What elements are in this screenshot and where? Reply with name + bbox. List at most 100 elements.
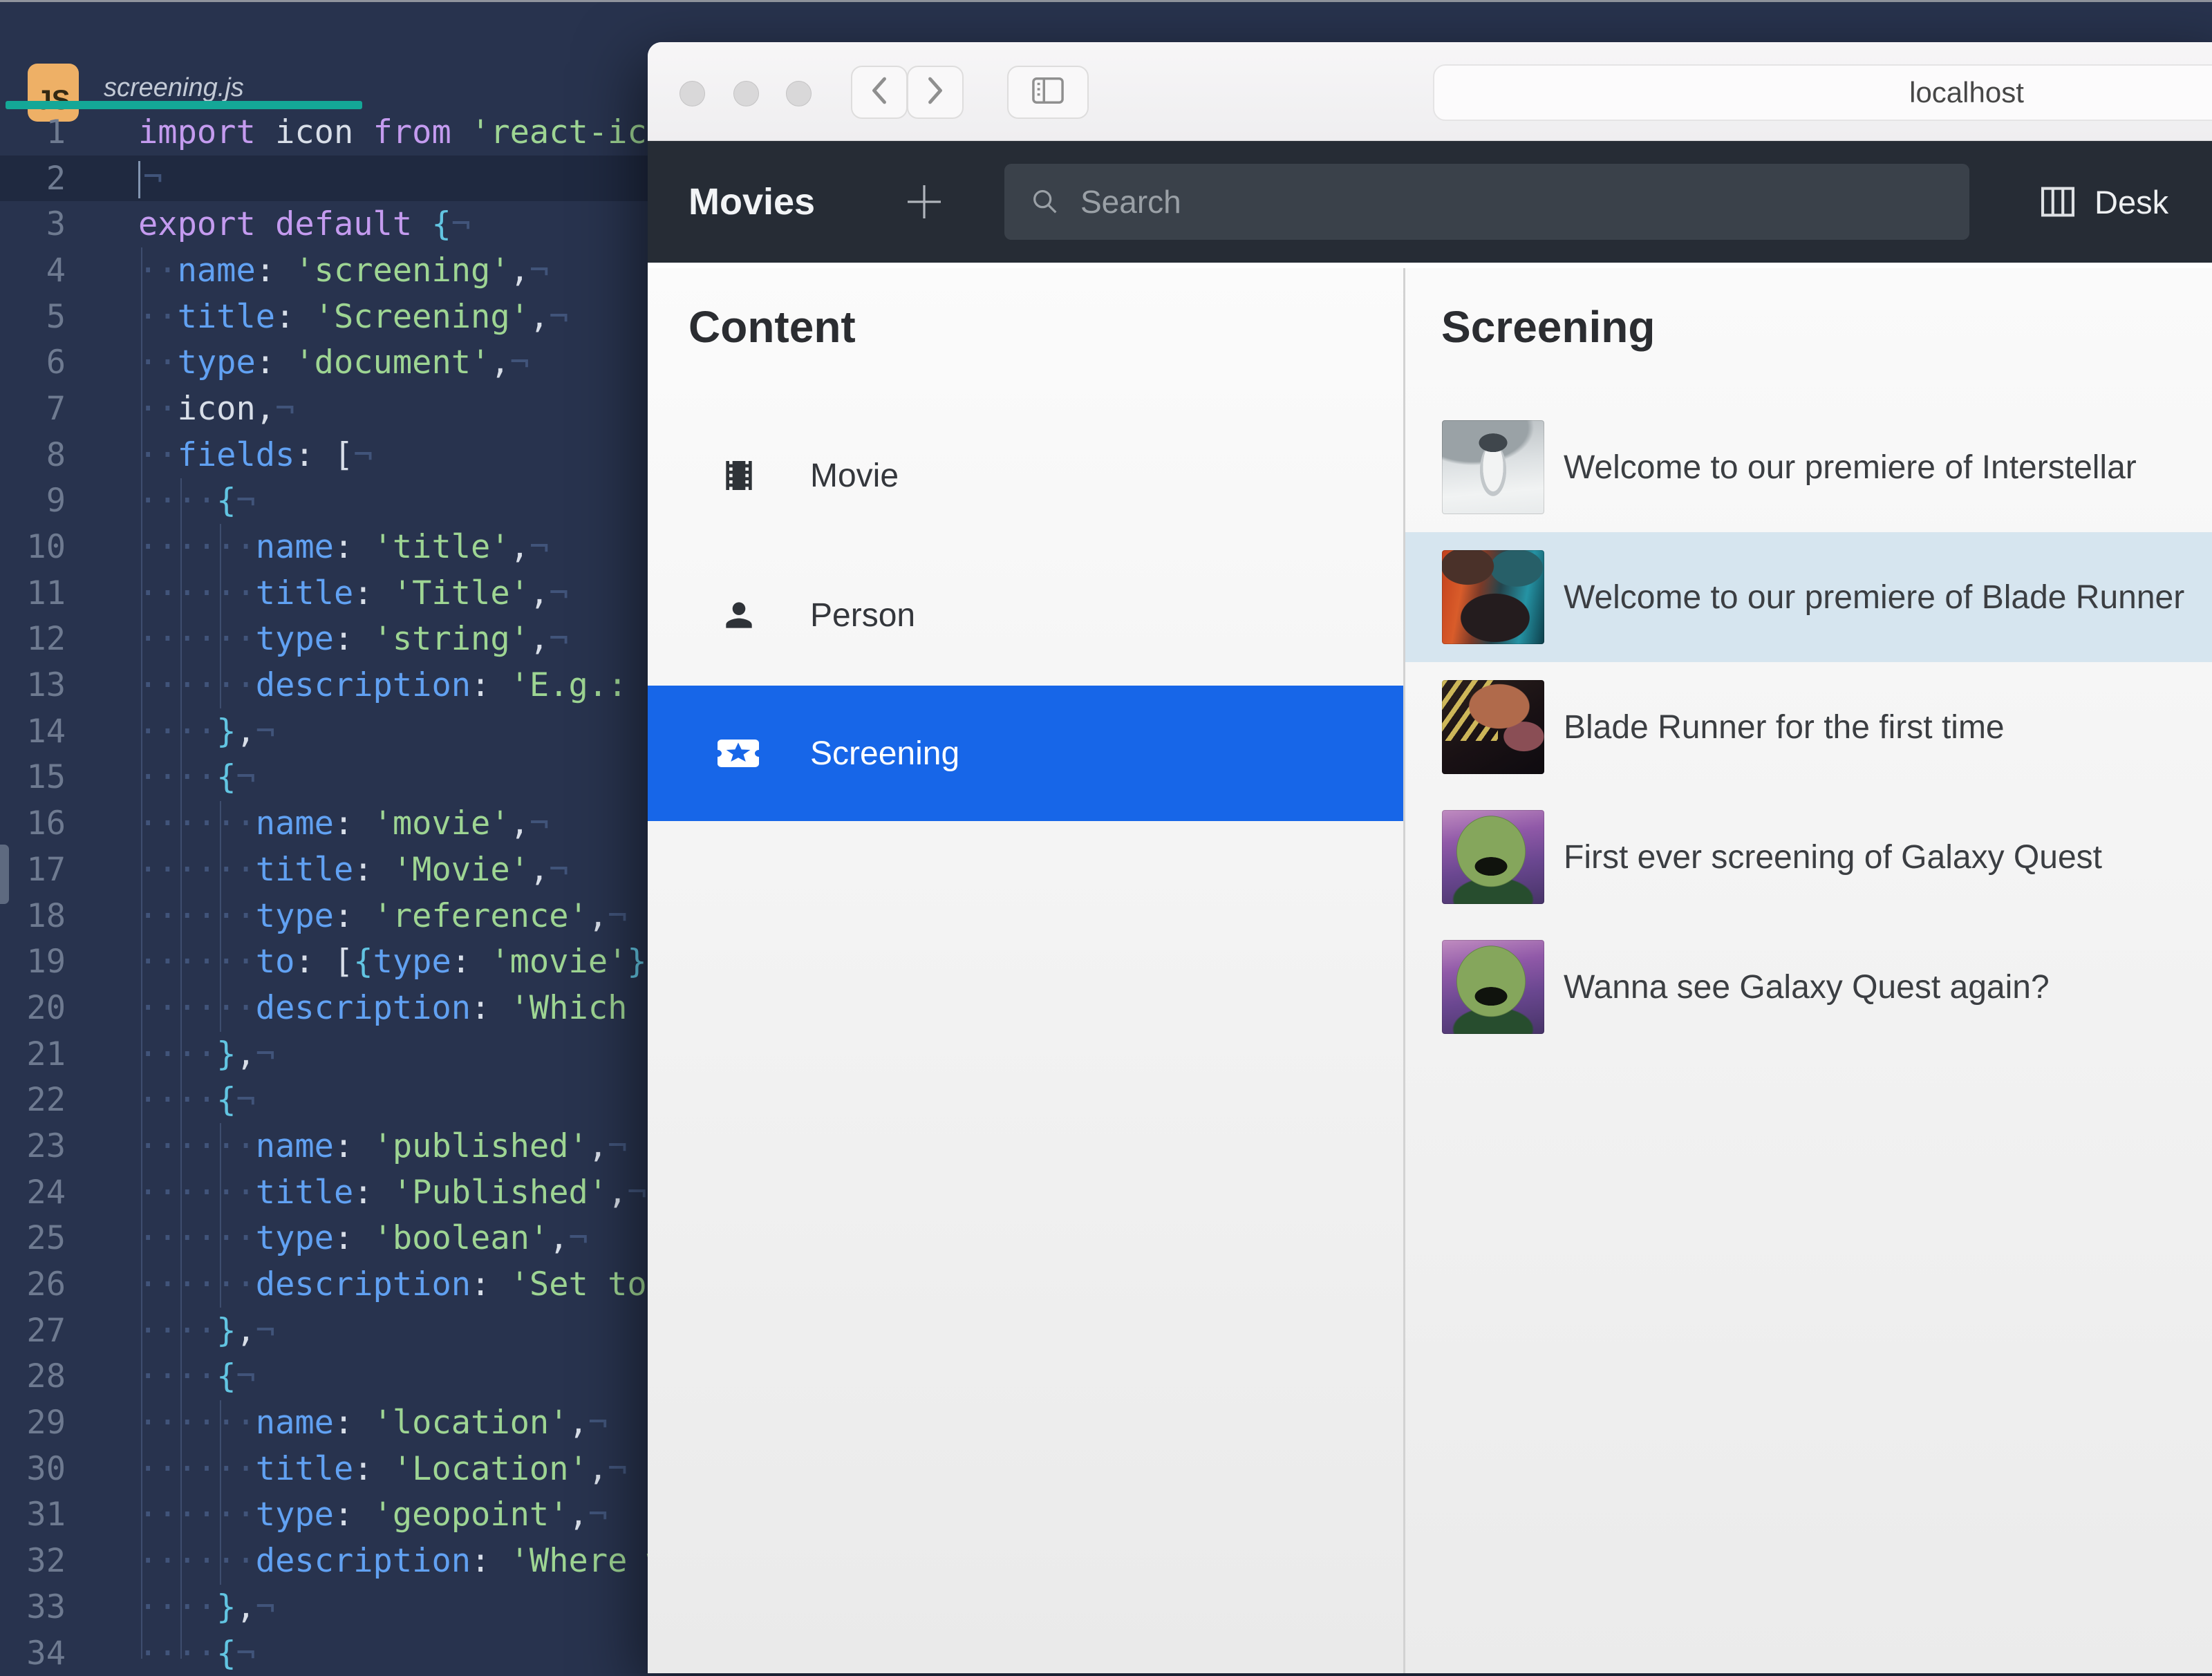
studio-navbar: Movies Desk — [648, 141, 2212, 263]
line-number: 14 — [26, 712, 66, 751]
line-number: 21 — [26, 1035, 66, 1073]
code-text: ····},¬ — [138, 1311, 276, 1350]
line-number: 33 — [26, 1588, 66, 1626]
sidebar-toggle-button[interactable] — [1007, 66, 1089, 119]
code-text: ··fields: [¬ — [138, 435, 373, 474]
list-item-title: Blade Runner for the first time — [1564, 708, 2005, 746]
line-number: 1 — [46, 113, 66, 151]
code-text: ······name: 'published',¬ — [138, 1127, 628, 1165]
sidebar-item-person[interactable]: Person — [648, 567, 1403, 663]
line-number: 2 — [46, 159, 66, 198]
list-item[interactable]: Wanna see Galaxy Quest again? — [1405, 922, 2212, 1052]
poster-thumbnail — [1442, 680, 1544, 774]
line-number: 24 — [26, 1173, 66, 1212]
poster-thumbnail — [1442, 940, 1544, 1034]
text-caret — [138, 160, 140, 198]
code-text: ····},¬ — [138, 712, 276, 751]
line-number: 18 — [26, 896, 66, 935]
sidebar-item-screening[interactable]: Screening — [648, 686, 1403, 821]
sidebar-item-movie[interactable]: Movie — [648, 427, 1403, 524]
search-input[interactable] — [1079, 182, 1842, 221]
code-text: import icon from 'react-ico — [138, 113, 667, 151]
list-pane-heading: Screening — [1441, 302, 1656, 352]
create-new-button[interactable] — [902, 180, 946, 224]
line-number: 19 — [26, 943, 66, 981]
line-number: 10 — [26, 528, 66, 567]
content-pane: Content Movie Person Screening — [648, 268, 1403, 1673]
line-number: 26 — [26, 1265, 66, 1304]
zoom-window-button[interactable] — [786, 81, 812, 106]
search-icon — [1029, 186, 1061, 218]
sidebar-item-label: Person — [810, 596, 916, 634]
line-number: 30 — [26, 1449, 66, 1488]
code-text: ······description: 'Which m — [138, 988, 667, 1027]
code-text: ······title: 'Published',¬ — [138, 1173, 647, 1212]
code-text: ······name: 'location',¬ — [138, 1404, 608, 1442]
browser-window: localhost Movies Desk Content Movie Perso… — [648, 42, 2212, 1673]
sidebar-item-label: Screening — [810, 735, 960, 772]
list-item[interactable]: Blade Runner for the first time — [1405, 662, 2212, 792]
sidebar-icon — [1031, 75, 1065, 110]
screening-row-list: Welcome to our premiere of Interstellar W… — [1405, 402, 2212, 1052]
code-text: ····},¬ — [138, 1035, 276, 1073]
project-title[interactable]: Movies — [688, 141, 815, 263]
line-number: 32 — [26, 1542, 66, 1581]
code-text: ······description: 'Set to — [138, 1265, 667, 1304]
chevron-left-icon — [869, 75, 890, 110]
code-text: ······title: 'Title',¬ — [138, 574, 569, 612]
code-text: ······type: 'string',¬ — [138, 620, 569, 659]
address-bar[interactable]: localhost — [1433, 64, 2212, 121]
list-item-title: Welcome to our premiere of Blade Runner — [1564, 578, 2185, 616]
code-text: ¬ — [66, 158, 162, 198]
line-number: 9 — [46, 482, 66, 520]
line-number: 4 — [46, 251, 66, 290]
forward-button[interactable] — [907, 66, 964, 119]
navbar-divider — [648, 263, 2212, 268]
line-number: 7 — [46, 389, 66, 428]
line-number: 3 — [46, 205, 66, 244]
active-tab-underline — [6, 101, 362, 109]
code-text: ······to: [{type: 'movie'}] — [138, 943, 666, 981]
back-button[interactable] — [851, 66, 908, 119]
code-text: ····{¬ — [138, 758, 256, 797]
line-number: 23 — [26, 1127, 66, 1165]
code-text: ····{¬ — [138, 1634, 256, 1673]
content-item-list: Movie Person Screening — [648, 427, 1403, 821]
code-text: ····},¬ — [138, 1588, 276, 1626]
code-text: ······type: 'boolean',¬ — [138, 1219, 588, 1258]
line-number: 20 — [26, 988, 66, 1027]
code-text: ····{¬ — [138, 1081, 256, 1120]
code-text: ······title: 'Location',¬ — [138, 1449, 628, 1488]
line-number: 27 — [26, 1311, 66, 1350]
code-text: ······name: 'movie',¬ — [138, 804, 550, 843]
list-item[interactable]: First ever screening of Galaxy Quest — [1405, 792, 2212, 922]
line-number: 15 — [26, 758, 66, 797]
code-text: ······type: 'reference',¬ — [138, 896, 628, 935]
line-number: 12 — [26, 620, 66, 659]
list-item[interactable]: Welcome to our premiere of Interstellar — [1405, 402, 2212, 532]
code-text: ····{¬ — [138, 482, 256, 520]
code-text: export default {¬ — [138, 205, 471, 244]
code-text: ····{¬ — [138, 1357, 256, 1396]
code-text: ··icon,¬ — [138, 389, 295, 428]
desk-label: Desk — [2094, 183, 2169, 220]
editor-tab-filename[interactable]: screening.js — [104, 73, 244, 103]
line-number: 5 — [46, 297, 66, 336]
close-window-button[interactable] — [679, 81, 705, 106]
plus-icon — [902, 185, 946, 227]
poster-thumbnail — [1442, 420, 1544, 514]
list-item[interactable]: Welcome to our premiere of Blade Runner — [1405, 532, 2212, 662]
sidebar-item-label: Movie — [810, 457, 899, 494]
poster-thumbnail — [1442, 810, 1544, 904]
desk-tool-button[interactable]: Desk — [2036, 141, 2168, 263]
line-number: 31 — [26, 1496, 66, 1534]
minimize-window-button[interactable] — [733, 81, 759, 106]
code-text: ······name: 'title',¬ — [138, 528, 550, 567]
search-field[interactable] — [1004, 164, 1969, 240]
code-text: ··type: 'document',¬ — [138, 343, 529, 382]
code-text: ······title: 'Movie',¬ — [138, 850, 569, 889]
line-number: 6 — [46, 343, 66, 382]
line-number: 8 — [46, 435, 66, 474]
code-text: ··title: 'Screening',¬ — [138, 297, 569, 336]
line-number: 28 — [26, 1357, 66, 1396]
